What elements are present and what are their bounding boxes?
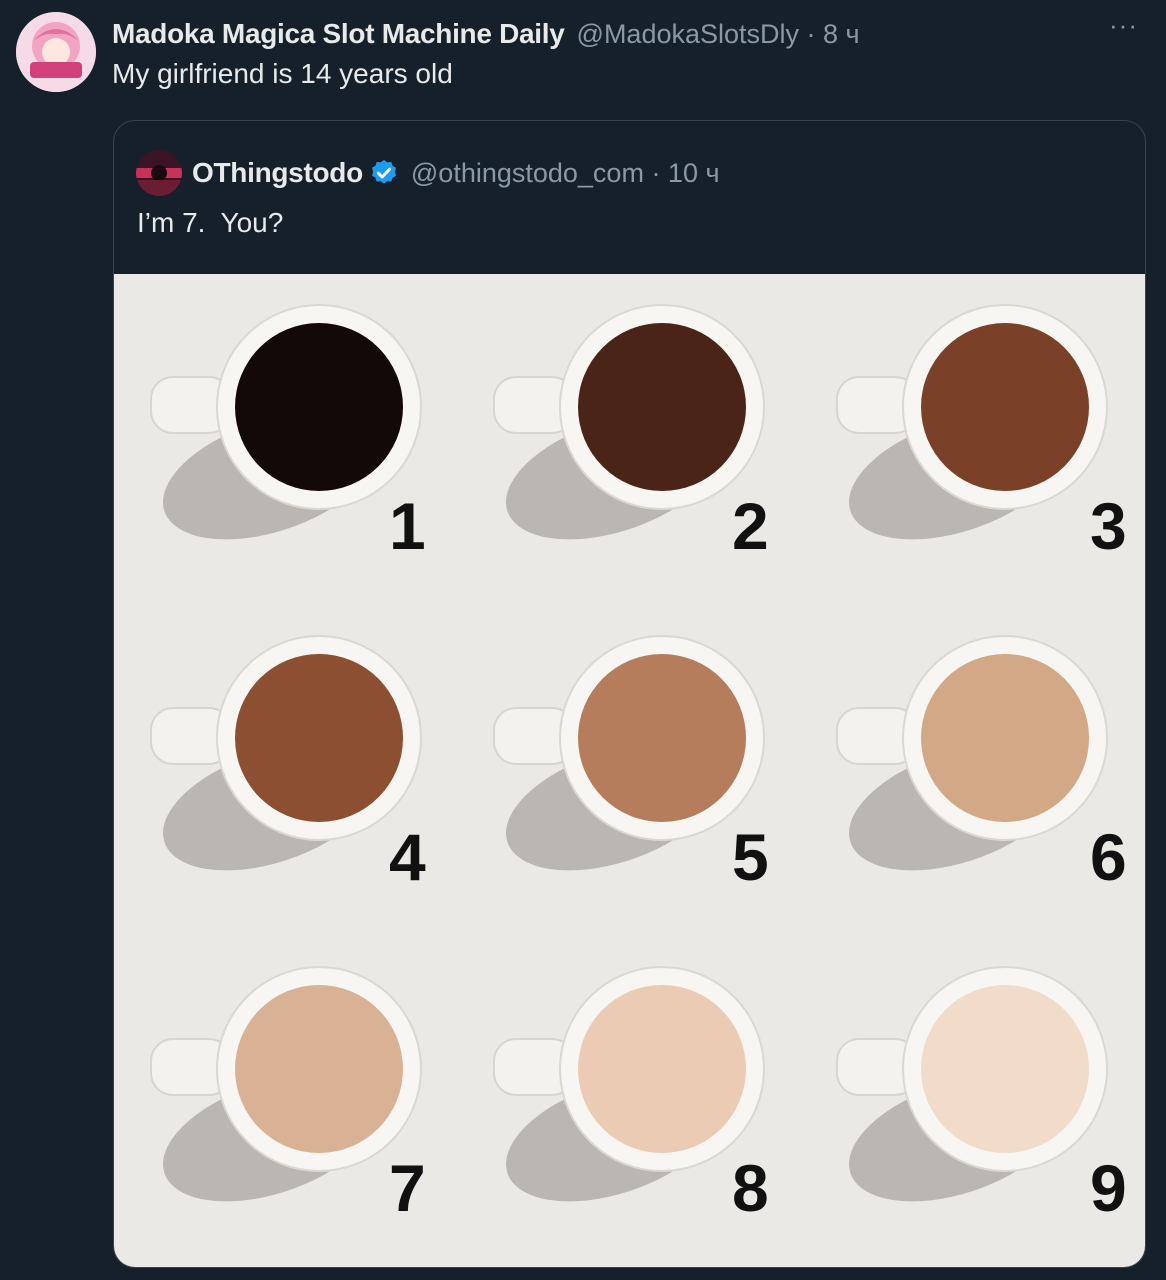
coffee-cup-6: 6 — [800, 605, 1143, 936]
avatar[interactable] — [16, 12, 96, 92]
more-options-icon[interactable]: ··· — [1109, 10, 1138, 41]
coffee-surface — [921, 985, 1089, 1153]
coffee-cups-image[interactable]: 1 2 3 4 5 6 7 8 9 — [114, 274, 1145, 1267]
coffee-cup-9: 9 — [800, 936, 1143, 1267]
coffee-cup-2: 2 — [457, 274, 800, 605]
handle-and-time[interactable]: @MadokaSlotsDly · 8 ч — [577, 19, 860, 50]
coffee-cup-5: 5 — [457, 605, 800, 936]
coffee-surface — [235, 323, 403, 491]
coffee-surface — [578, 323, 746, 491]
cup-number-label: 7 — [389, 1151, 426, 1225]
tweet-header: Madoka Magica Slot Machine Daily @Madoka… — [112, 10, 1146, 54]
coffee-surface — [921, 323, 1089, 491]
quoted-tweet-text: I’m 7. You? — [137, 207, 284, 238]
coffee-surface — [578, 654, 746, 822]
coffee-cup-1: 1 — [114, 274, 457, 605]
coffee-surface — [235, 985, 403, 1153]
quoted-display-name[interactable]: OThingstodo — [192, 157, 363, 189]
cup-number-label: 6 — [1090, 820, 1127, 894]
tweet-text: My girlfriend is 14 years old — [112, 58, 453, 89]
verified-badge-icon — [371, 159, 396, 184]
quoted-tweet-header: OThingstodo @othingstodo_com · 10 ч — [136, 150, 720, 196]
cup-number-label: 1 — [389, 489, 426, 563]
quoted-avatar[interactable] — [136, 150, 182, 196]
coffee-cup-3: 3 — [800, 274, 1143, 605]
cup-number-label: 5 — [732, 820, 769, 894]
cup-number-label: 4 — [389, 820, 426, 894]
tweet[interactable]: Madoka Magica Slot Machine Daily @Madoka… — [0, 0, 1166, 1280]
coffee-cup-4: 4 — [114, 605, 457, 936]
cup-number-label: 2 — [732, 489, 769, 563]
quoted-tweet[interactable]: OThingstodo @othingstodo_com · 10 ч I’m … — [113, 120, 1146, 1268]
quoted-handle-and-time[interactable]: @othingstodo_com · 10 ч — [411, 158, 720, 189]
cup-number-label: 9 — [1090, 1151, 1127, 1225]
cup-number-label: 3 — [1090, 489, 1127, 563]
coffee-cup-7: 7 — [114, 936, 457, 1267]
coffee-surface — [578, 985, 746, 1153]
coffee-cup-8: 8 — [457, 936, 800, 1267]
coffee-surface — [921, 654, 1089, 822]
cup-number-label: 8 — [732, 1151, 769, 1225]
display-name[interactable]: Madoka Magica Slot Machine Daily — [112, 18, 565, 50]
coffee-surface — [235, 654, 403, 822]
